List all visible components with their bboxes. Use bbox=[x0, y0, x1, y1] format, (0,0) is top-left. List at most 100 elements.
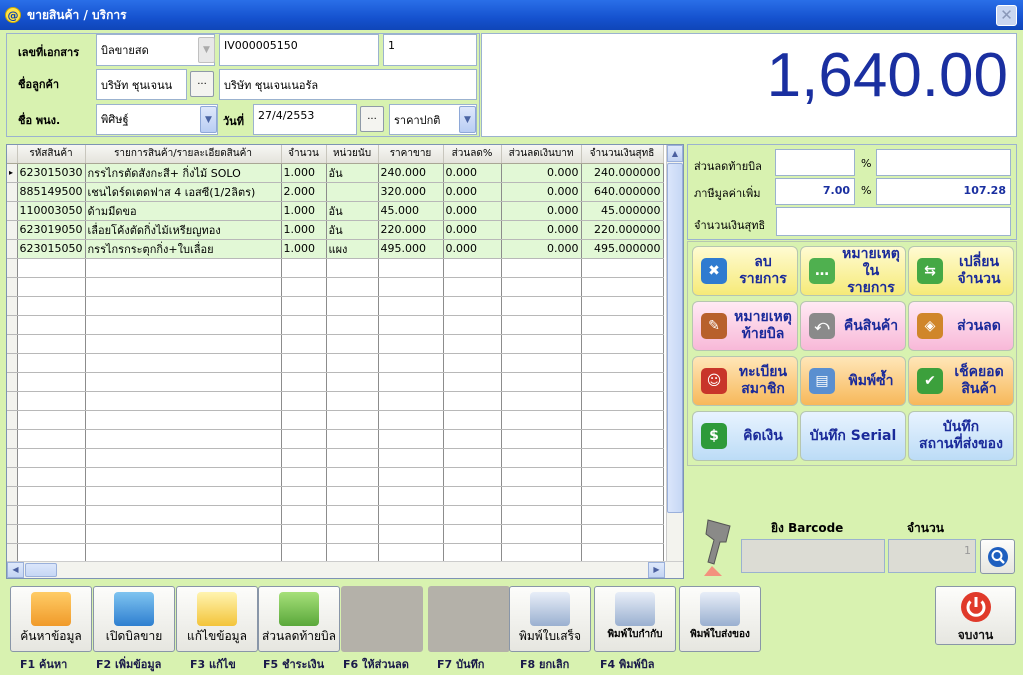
table-cell[interactable] bbox=[443, 391, 502, 411]
table-cell[interactable] bbox=[281, 505, 327, 525]
table-cell[interactable] bbox=[581, 410, 664, 430]
table-cell[interactable]: 0.000 bbox=[501, 239, 582, 259]
table-row[interactable] bbox=[7, 353, 664, 373]
barcode-qty-input[interactable]: 1 bbox=[888, 539, 976, 573]
table-row[interactable] bbox=[7, 296, 664, 316]
table-cell[interactable] bbox=[443, 543, 502, 563]
function-button-2[interactable]: เปิดบิลขาย bbox=[93, 586, 175, 652]
table-cell[interactable]: 45.000000 bbox=[581, 201, 664, 221]
table-cell[interactable]: 240.000 bbox=[378, 163, 444, 183]
table-row[interactable] bbox=[7, 524, 664, 544]
table-cell[interactable] bbox=[17, 467, 86, 487]
table-row[interactable] bbox=[7, 448, 664, 468]
table-cell[interactable] bbox=[326, 467, 379, 487]
doc-seq-field[interactable]: 1 bbox=[383, 34, 477, 66]
table-cell[interactable] bbox=[581, 543, 664, 563]
action-button-12[interactable]: บันทึก สถานที่ส่งของ bbox=[908, 411, 1014, 461]
table-cell[interactable] bbox=[326, 505, 379, 525]
date-field[interactable]: 27/4/2553 bbox=[253, 104, 357, 135]
vat-rate-field[interactable]: 7.00 bbox=[775, 178, 855, 205]
column-header[interactable]: ส่วนลด% bbox=[443, 145, 502, 164]
table-cell[interactable] bbox=[581, 467, 664, 487]
table-cell[interactable]: 220.000000 bbox=[581, 220, 664, 240]
row-selector[interactable] bbox=[7, 182, 18, 202]
table-cell[interactable] bbox=[17, 372, 86, 392]
row-selector[interactable] bbox=[7, 448, 18, 468]
table-cell[interactable] bbox=[501, 505, 582, 525]
price-type-dropdown-button[interactable]: ▼ bbox=[459, 106, 476, 133]
customer-code-field[interactable]: บริษัท ชุนเจนน bbox=[96, 69, 187, 100]
column-header[interactable]: ส่วนลดเงินบาท bbox=[501, 145, 582, 164]
table-cell[interactable] bbox=[501, 334, 582, 354]
table-cell[interactable] bbox=[378, 258, 444, 278]
table-cell[interactable] bbox=[443, 277, 502, 297]
row-selector[interactable] bbox=[7, 277, 18, 297]
table-cell[interactable]: 0.000 bbox=[443, 163, 502, 183]
table-cell[interactable]: 1.000 bbox=[281, 201, 327, 221]
table-row[interactable]: ▸ 623015030 กรรไกรตัดสังกะสี+ กิ่งไม้ SOLO… bbox=[7, 163, 664, 183]
table-row[interactable]: 885149500 เชนไดร์ดเตดฟาส 4 เอสซี(1/2ลิตร)… bbox=[7, 182, 664, 202]
table-cell[interactable] bbox=[326, 486, 379, 506]
table-cell[interactable] bbox=[326, 543, 379, 563]
table-cell[interactable] bbox=[443, 315, 502, 335]
table-cell[interactable] bbox=[378, 543, 444, 563]
table-row[interactable] bbox=[7, 410, 664, 430]
row-selector[interactable] bbox=[7, 486, 18, 506]
table-row[interactable] bbox=[7, 315, 664, 335]
function-button-7[interactable]: พิมพ์ใบเสร็จ bbox=[509, 586, 591, 652]
table-cell[interactable] bbox=[378, 505, 444, 525]
table-cell[interactable] bbox=[326, 182, 379, 202]
table-cell[interactable] bbox=[281, 543, 327, 563]
table-cell[interactable] bbox=[281, 372, 327, 392]
column-header[interactable]: จำนวน bbox=[281, 145, 327, 164]
table-row[interactable] bbox=[7, 277, 664, 297]
table-cell[interactable] bbox=[443, 429, 502, 449]
action-button-7[interactable]: ☺ ทะเบียน สมาชิก bbox=[692, 356, 798, 406]
table-cell[interactable] bbox=[581, 353, 664, 373]
table-cell[interactable] bbox=[581, 429, 664, 449]
table-cell[interactable] bbox=[501, 391, 582, 411]
table-cell[interactable]: 320.000 bbox=[378, 182, 444, 202]
table-cell[interactable] bbox=[378, 296, 444, 316]
table-cell[interactable] bbox=[17, 448, 86, 468]
column-header[interactable]: รายการสินค้า/รายละเอียดสินค้า bbox=[85, 145, 282, 164]
table-cell[interactable] bbox=[85, 258, 282, 278]
table-cell[interactable] bbox=[85, 448, 282, 468]
table-row[interactable] bbox=[7, 372, 664, 392]
table-cell[interactable]: 1.000 bbox=[281, 163, 327, 183]
table-cell[interactable]: 0.000 bbox=[443, 182, 502, 202]
table-cell[interactable] bbox=[281, 391, 327, 411]
vertical-scrollbar[interactable]: ▲ bbox=[666, 145, 683, 561]
table-cell[interactable]: 110003050 bbox=[17, 201, 86, 221]
scroll-left-arrow[interactable]: ◀ bbox=[7, 562, 24, 578]
table-cell[interactable]: 0.000 bbox=[443, 201, 502, 221]
table-cell[interactable] bbox=[85, 486, 282, 506]
table-cell[interactable]: แผง bbox=[326, 239, 379, 259]
table-cell[interactable] bbox=[17, 543, 86, 563]
table-cell[interactable] bbox=[281, 429, 327, 449]
table-cell[interactable] bbox=[581, 315, 664, 335]
function-button-8[interactable]: พิมพ์ใบกำกับ bbox=[594, 586, 676, 652]
barcode-search-button[interactable] bbox=[980, 539, 1015, 574]
table-cell[interactable] bbox=[326, 296, 379, 316]
table-cell[interactable] bbox=[281, 277, 327, 297]
table-cell[interactable] bbox=[85, 543, 282, 563]
table-cell[interactable] bbox=[281, 486, 327, 506]
table-cell[interactable] bbox=[378, 467, 444, 487]
table-cell[interactable] bbox=[326, 334, 379, 354]
column-header[interactable]: จำนวนเงินสุทธิ bbox=[581, 145, 664, 164]
row-selector[interactable] bbox=[7, 524, 18, 544]
doc-no-field[interactable]: IV000005150 bbox=[219, 34, 379, 66]
table-cell[interactable] bbox=[281, 467, 327, 487]
row-selector[interactable] bbox=[7, 296, 18, 316]
table-cell[interactable] bbox=[501, 448, 582, 468]
table-cell[interactable]: 623015050 bbox=[17, 239, 86, 259]
table-cell[interactable] bbox=[17, 486, 86, 506]
table-cell[interactable]: อัน bbox=[326, 163, 379, 183]
table-cell[interactable] bbox=[443, 486, 502, 506]
table-cell[interactable] bbox=[378, 315, 444, 335]
exit-button[interactable]: จบงาน bbox=[935, 586, 1016, 645]
table-cell[interactable] bbox=[581, 258, 664, 278]
table-cell[interactable]: 495.000 bbox=[378, 239, 444, 259]
items-grid[interactable]: รหัสสินค้า รายการสินค้า/รายละเอียดสินค้าจ… bbox=[6, 144, 684, 579]
